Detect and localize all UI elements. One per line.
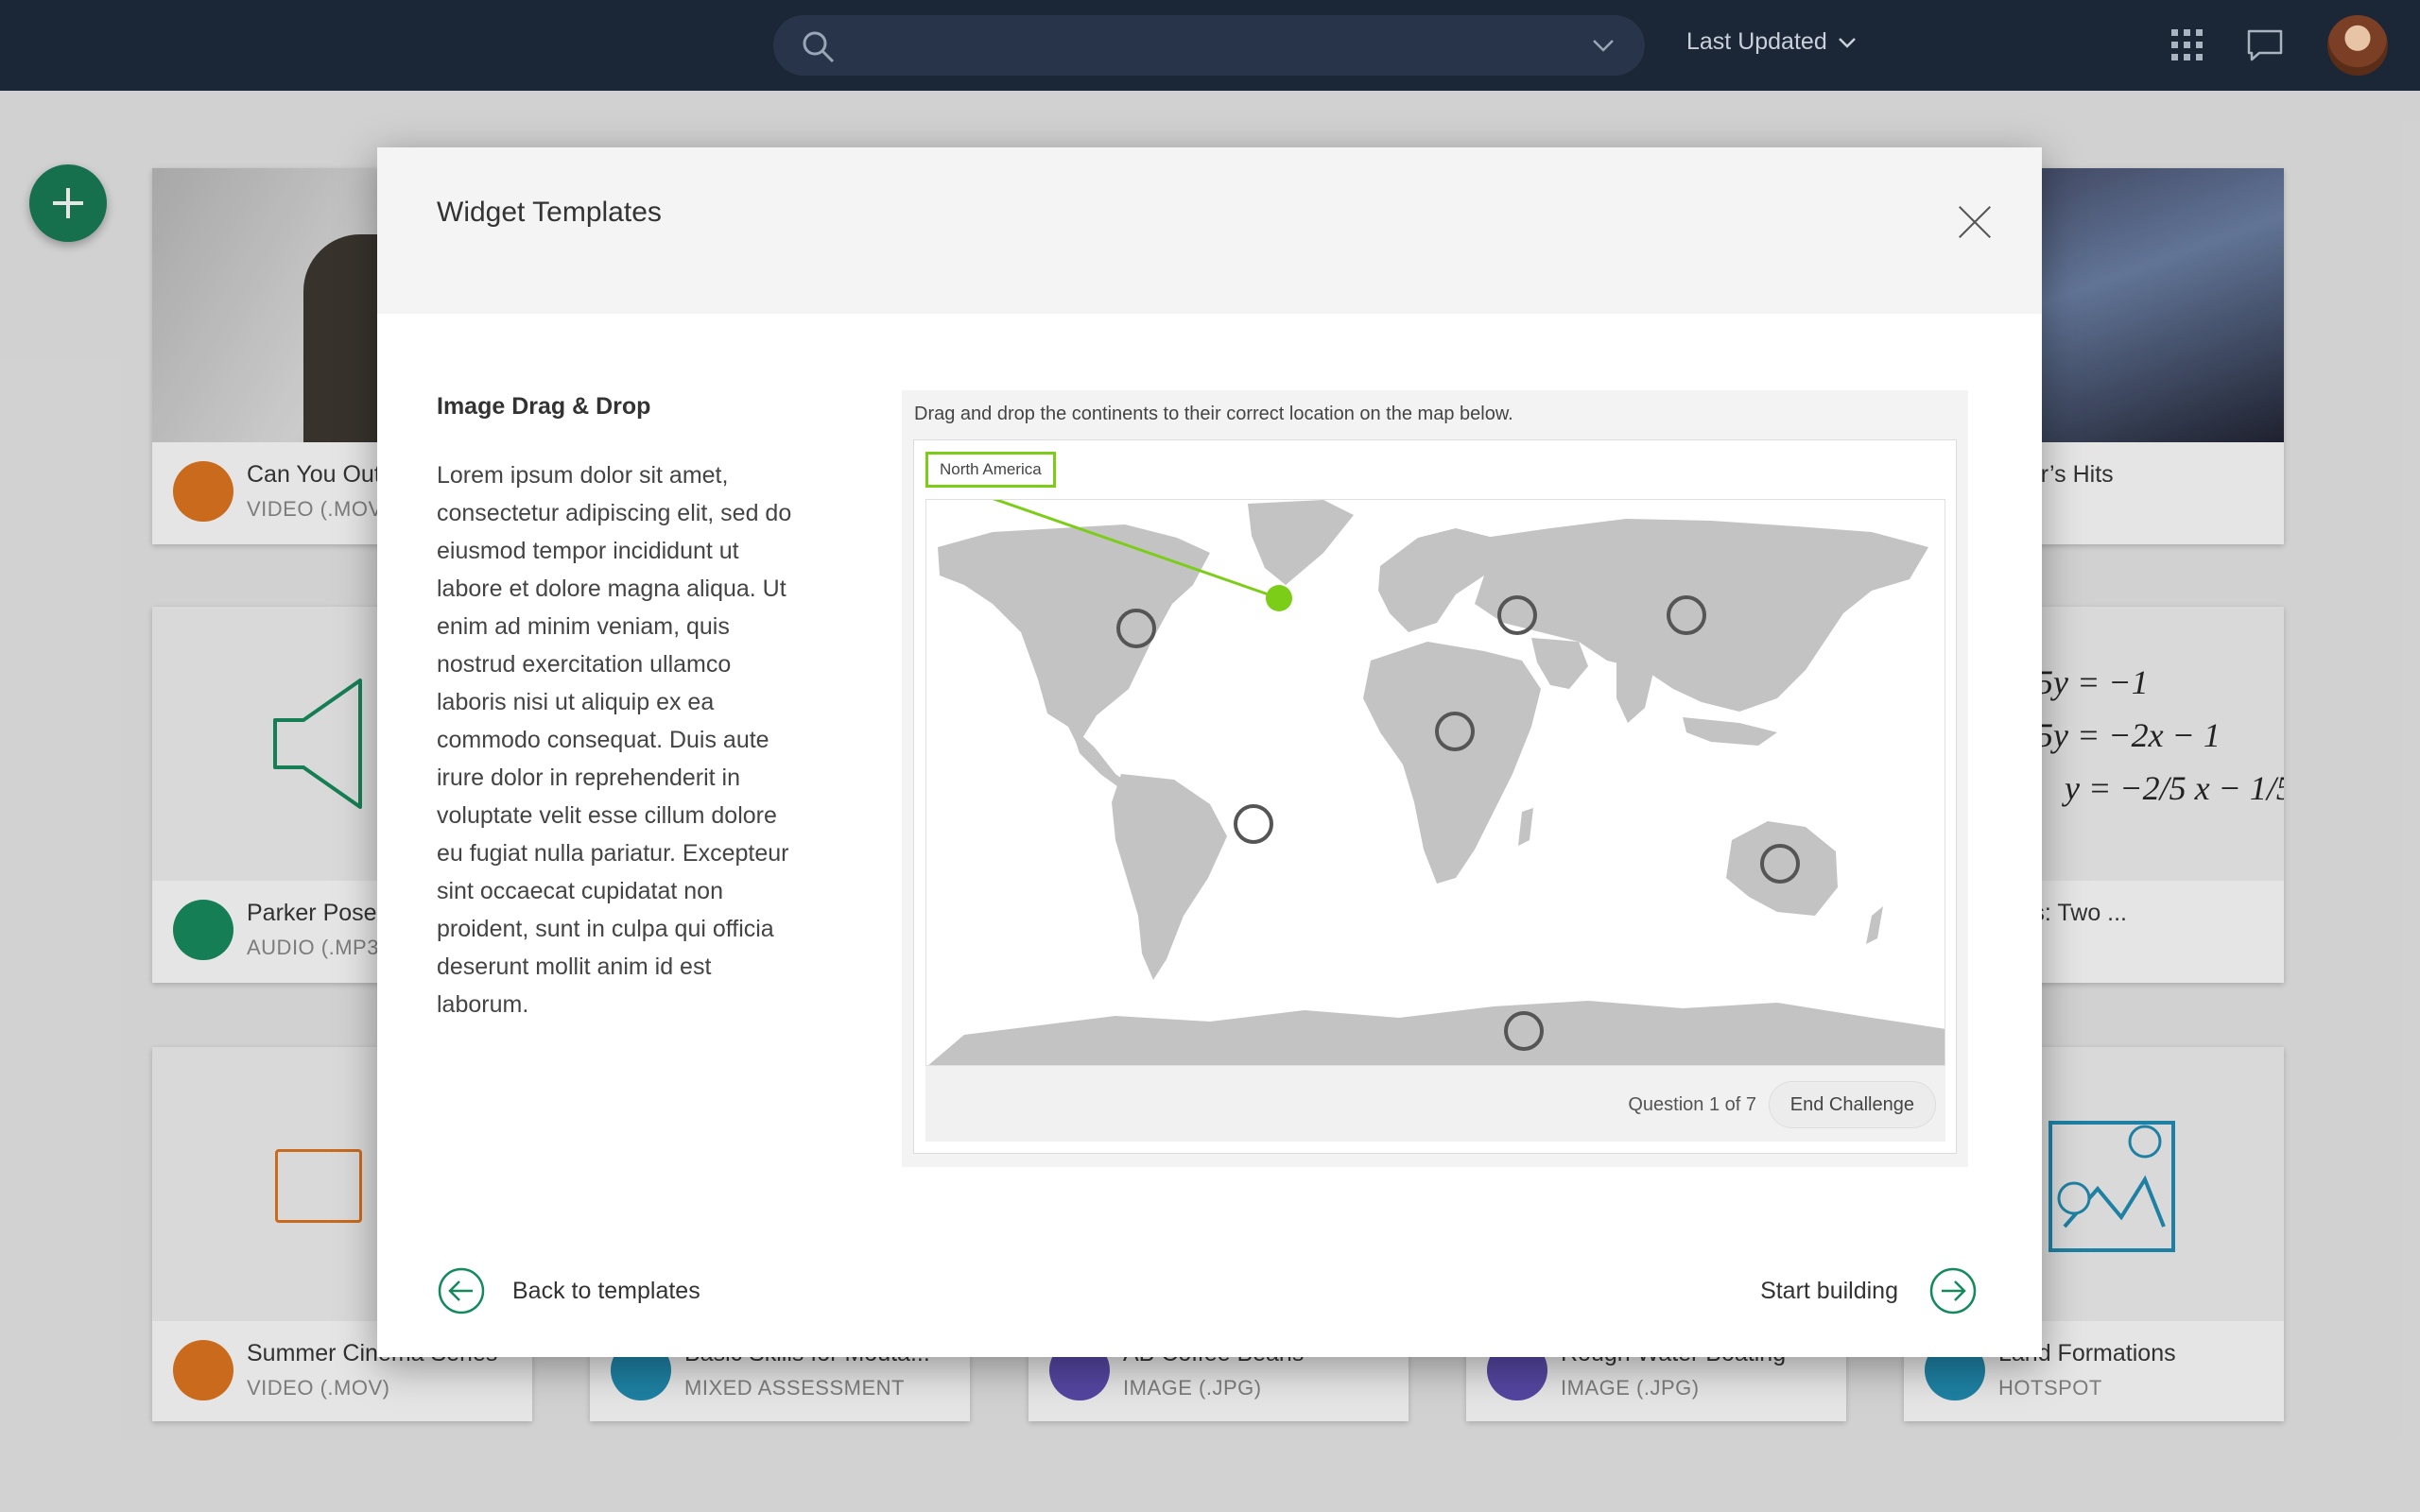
draggable-label[interactable]: North America: [925, 452, 1056, 488]
preview-footer: Question 1 of 7 End Challenge: [925, 1066, 1945, 1142]
top-bar: Last Updated: [0, 0, 2420, 91]
sort-label: Last Updated: [1686, 28, 1827, 55]
chevron-down-icon: [1838, 38, 1856, 49]
start-label: Start building: [1760, 1278, 1898, 1304]
preview-instruction: Drag and drop the continents to their co…: [914, 404, 1513, 424]
sort-dropdown[interactable]: Last Updated: [1686, 28, 1858, 56]
close-icon[interactable]: [1959, 206, 1991, 238]
end-challenge-button[interactable]: End Challenge: [1768, 1081, 1936, 1128]
world-map-land: [928, 500, 1945, 1065]
search-bar[interactable]: [773, 15, 1645, 76]
chevron-down-icon[interactable]: [1590, 34, 1616, 57]
template-preview: Drag and drop the continents to their co…: [902, 390, 1968, 1167]
drop-target[interactable]: [1234, 804, 1273, 844]
world-map: [925, 499, 1945, 1066]
template-name: Image Drag & Drop: [437, 393, 651, 420]
chat-icon[interactable]: [2246, 28, 2284, 62]
widget-templates-modal: Widget Templates Image Drag & Drop Lorem…: [377, 147, 2042, 1357]
template-description: Lorem ipsum dolor sit amet, consectetur …: [437, 462, 792, 1018]
search-icon: [803, 31, 835, 63]
start-building-button[interactable]: Start building: [1732, 1266, 1978, 1315]
question-counter: Question 1 of 7: [1628, 1094, 1756, 1115]
apps-grid-icon[interactable]: [2170, 28, 2204, 62]
preview-stage: North America Question 1 of 7 End Challe…: [913, 439, 1957, 1154]
arrow-right-circle-icon: [1929, 1267, 1977, 1314]
back-label: Back to templates: [512, 1278, 700, 1304]
modal-title: Widget Templates: [437, 197, 662, 228]
arrow-left-circle-icon: [438, 1267, 485, 1314]
dropped-target: [1266, 585, 1292, 611]
modal-header: Widget Templates: [377, 147, 2042, 314]
avatar[interactable]: [2327, 15, 2388, 76]
